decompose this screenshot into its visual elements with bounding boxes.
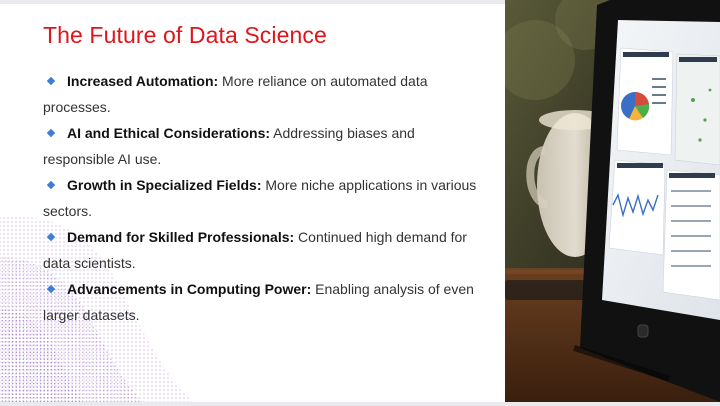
bullet-list: Increased Automation: More reliance on a…	[43, 68, 483, 328]
bullet-item: Demand for Skilled Professionals: Contin…	[43, 224, 483, 276]
bullet-label: Increased Automation:	[67, 73, 219, 89]
bullet-item: AI and Ethical Considerations: Addressin…	[43, 120, 483, 172]
bullet-item: Increased Automation: More reliance on a…	[43, 68, 483, 120]
bullet-item: Growth in Specialized Fields: More niche…	[43, 172, 483, 224]
slide-title: The Future of Data Science	[43, 22, 327, 48]
diamond-bullet-icon	[46, 233, 56, 242]
bullet-item: Advancements in Computing Power: Enablin…	[43, 276, 483, 328]
diamond-bullet-icon	[46, 285, 56, 294]
bullet-label: Advancements in Computing Power:	[67, 281, 312, 297]
bullet-label: AI and Ethical Considerations:	[67, 125, 271, 141]
tablet-dashboard-photo	[505, 0, 720, 402]
bottom-border	[0, 402, 720, 406]
diamond-bullet-icon	[46, 181, 56, 190]
bullet-label: Growth in Specialized Fields:	[67, 177, 262, 193]
photo-illustration	[505, 0, 720, 402]
diamond-bullet-icon	[46, 77, 56, 86]
bullet-label: Demand for Skilled Professionals:	[67, 229, 295, 245]
slide: The Future of Data Science Increased Aut…	[0, 0, 720, 406]
diamond-bullet-icon	[46, 129, 56, 138]
